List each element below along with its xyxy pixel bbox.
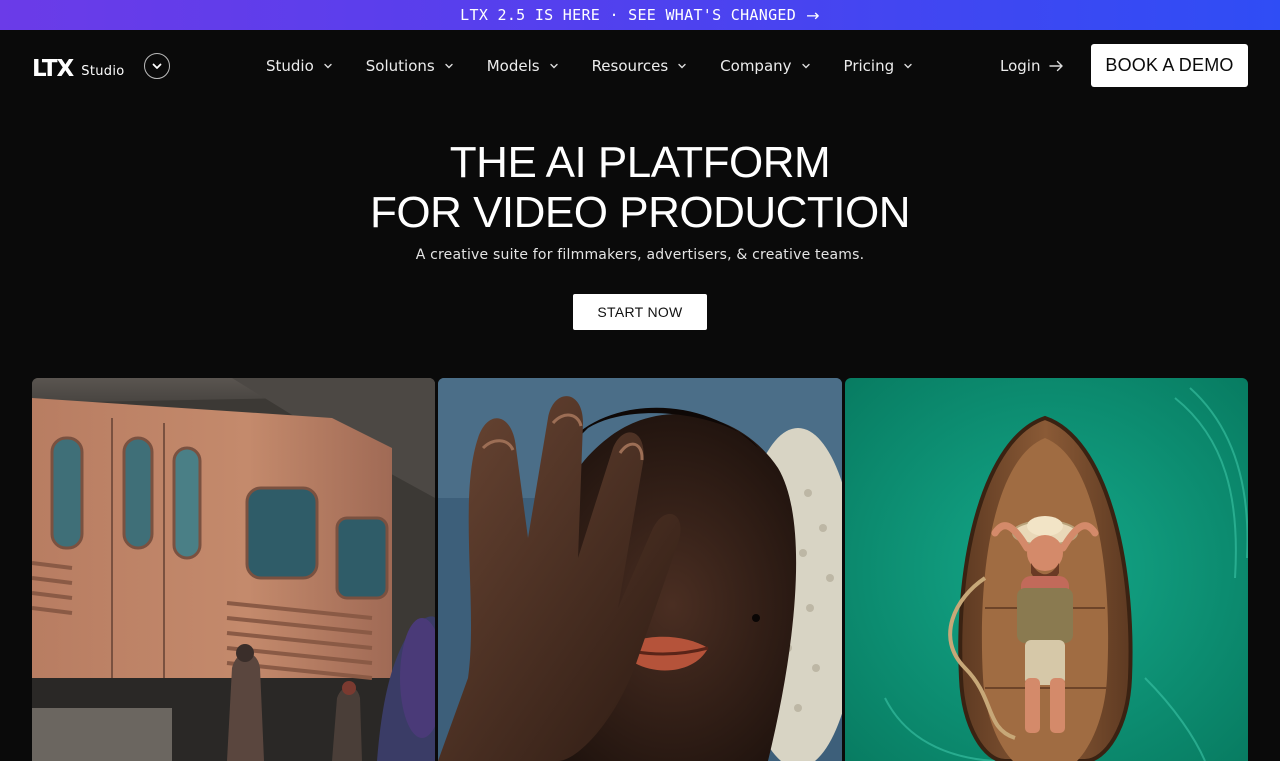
- nav-item-label: Solutions: [365, 57, 435, 75]
- main-menu: Studio Solutions Models Resources Compan…: [266, 53, 946, 79]
- nav-item-label: Resources: [591, 57, 669, 75]
- nav-item-label: Models: [486, 57, 540, 75]
- login-label: Login: [1000, 57, 1041, 75]
- hero-title-line-2: FOR VIDEO PRODUCTION: [369, 188, 911, 237]
- video-gallery: [32, 378, 1248, 761]
- nav-item-label: Pricing: [843, 57, 895, 75]
- start-now-button[interactable]: START NOW: [573, 294, 707, 330]
- chevron-down-icon: [152, 63, 162, 69]
- train-scene-image: [32, 378, 435, 761]
- ltx-logo: LTX: [32, 56, 74, 82]
- nav-item-solutions[interactable]: Solutions: [366, 57, 454, 75]
- chevron-down-icon: [678, 63, 686, 69]
- book-demo-button[interactable]: BOOK A DEMO: [1091, 44, 1248, 87]
- announcement-banner[interactable]: LTX 2.5 IS HERE · SEE WHAT'S CHANGED →: [0, 0, 1280, 30]
- login-link[interactable]: Login: [1000, 53, 1064, 79]
- nav-item-company[interactable]: Company: [720, 57, 810, 75]
- announcement-text: LTX 2.5 IS HERE · SEE WHAT'S CHANGED: [460, 6, 797, 24]
- nav-item-label: Company: [720, 57, 792, 75]
- top-navigation: LTX Studio Studio Solutions Models Resou…: [0, 30, 1280, 102]
- gallery-video-train[interactable]: [32, 378, 435, 761]
- gallery-video-portrait[interactable]: [438, 378, 842, 761]
- product-switcher-button[interactable]: [144, 53, 170, 79]
- brand-logo[interactable]: LTX Studio: [32, 56, 125, 82]
- logo-product-name: Studio: [81, 64, 125, 79]
- boat-scene-image: [845, 378, 1248, 761]
- arrow-right-icon: [1049, 60, 1064, 72]
- chevron-down-icon: [445, 63, 453, 69]
- nav-item-label: Studio: [266, 57, 314, 75]
- hero-title: THE AI PLATFORM FOR VIDEO PRODUCTION: [0, 138, 1280, 238]
- nav-item-studio[interactable]: Studio: [266, 57, 333, 75]
- nav-item-pricing[interactable]: Pricing: [844, 57, 914, 75]
- hero-title-line-1: THE AI PLATFORM: [449, 138, 831, 187]
- chevron-down-icon: [324, 63, 332, 69]
- chevron-down-icon: [904, 63, 912, 69]
- nav-item-resources[interactable]: Resources: [592, 57, 688, 75]
- chevron-down-icon: [801, 63, 810, 69]
- hero-subtitle: A creative suite for filmmakers, adverti…: [415, 247, 865, 263]
- arrow-right-icon: →: [806, 5, 820, 25]
- portrait-scene-image: [438, 378, 842, 761]
- gallery-video-boat[interactable]: [845, 378, 1248, 761]
- nav-item-models[interactable]: Models: [487, 57, 559, 75]
- chevron-down-icon: [549, 63, 558, 69]
- hero-section: THE AI PLATFORM FOR VIDEO PRODUCTION A c…: [0, 138, 1280, 263]
